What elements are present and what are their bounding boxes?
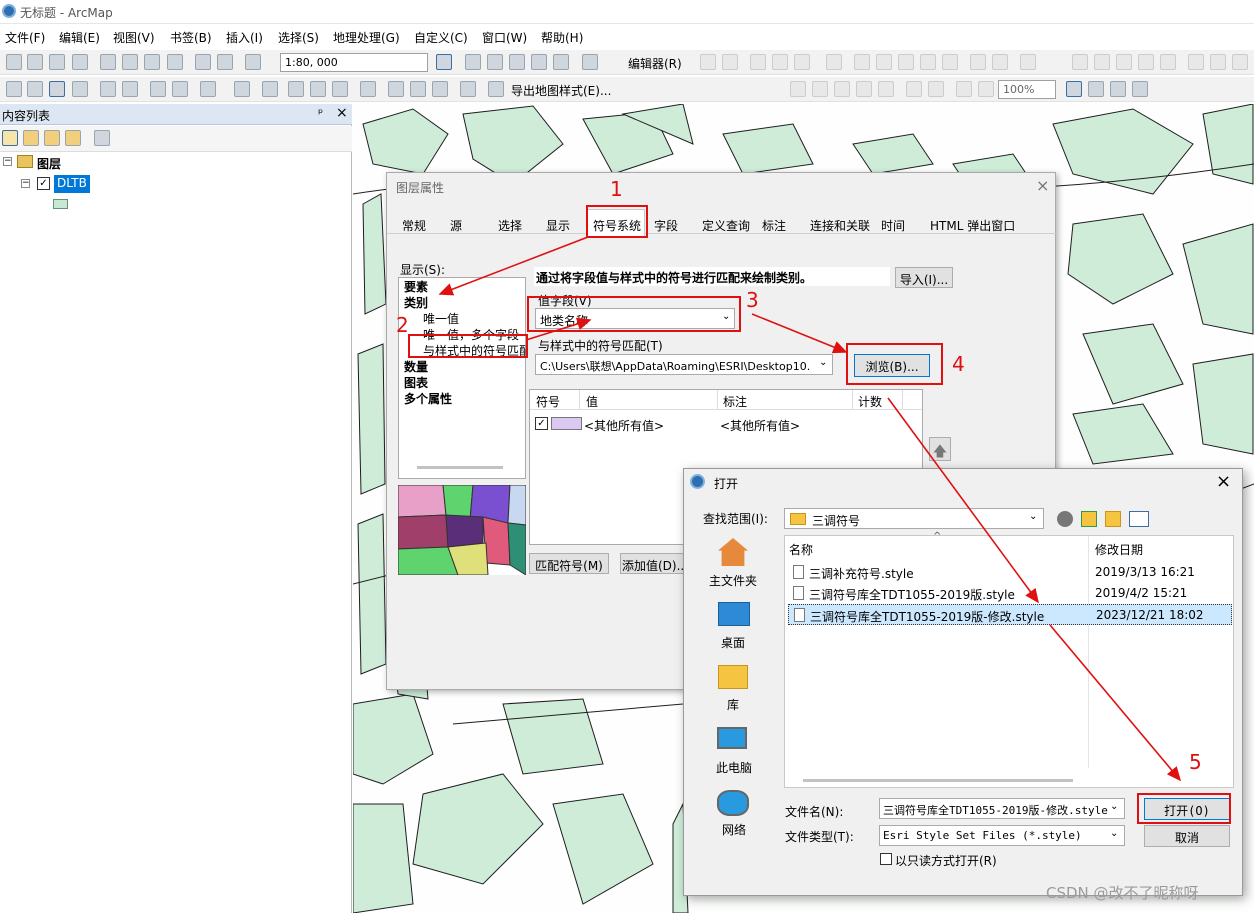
arrow-3	[751, 313, 848, 354]
watermark: CSDN @改不了昵称呀	[1046, 884, 1199, 902]
arrow-1	[438, 236, 589, 296]
arrow-4	[887, 397, 1039, 604]
annotation-arrows	[438, 236, 1182, 782]
arrow-2	[525, 317, 592, 341]
arrow-5	[1049, 624, 1182, 782]
